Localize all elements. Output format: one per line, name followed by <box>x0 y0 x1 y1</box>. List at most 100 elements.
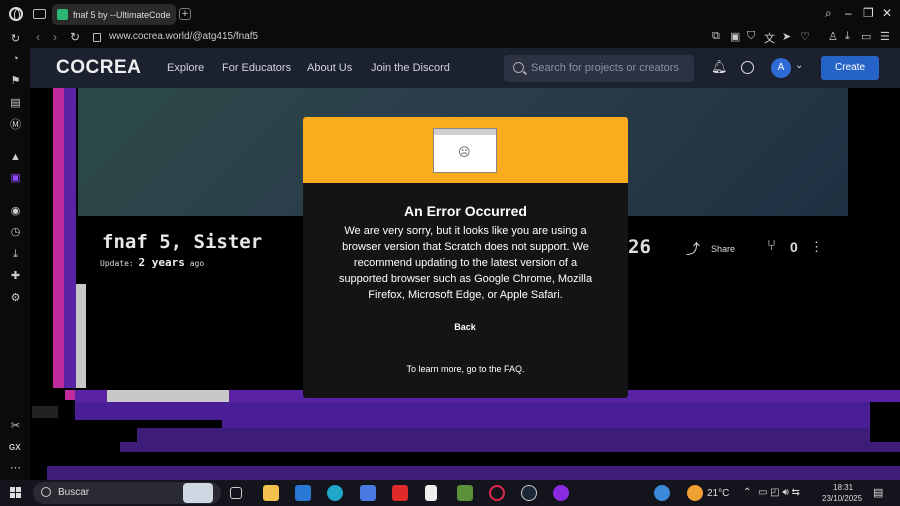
taskbar-search[interactable]: Buscar <box>33 482 221 504</box>
faq-link[interactable]: To learn more, go to the FAQ. <box>303 364 628 374</box>
m-icon[interactable]: Ⓜ <box>9 119 22 132</box>
back-icon[interactable]: ‹ <box>36 30 40 44</box>
steam-icon[interactable] <box>521 485 537 501</box>
tab-title: fnaf 5 by --UltimateCode <box>73 9 171 20</box>
player-icon[interactable]: ◉ <box>9 205 22 218</box>
restore-icon[interactable]: ❐ <box>863 6 874 20</box>
web-page: fnaf 5, Sister Update: 2 years ago 26 ⤴ … <box>30 48 900 480</box>
more-options-icon[interactable]: ⋮ <box>810 239 823 255</box>
gx-label[interactable]: GX <box>9 443 21 452</box>
tabs-icon[interactable]: ⧉ <box>712 30 720 43</box>
search-tabs-icon[interactable]: ⌕ <box>825 6 832 21</box>
create-button[interactable]: Create <box>821 56 879 80</box>
url-field[interactable]: www.cocrea.world/@atg415/fnaf5 <box>109 31 258 42</box>
snapshot-icon[interactable]: ▣ <box>730 30 740 43</box>
avatar[interactable]: A <box>771 58 791 78</box>
nav-link-discord[interactable]: Join the Discord <box>371 62 450 74</box>
mail-icon[interactable] <box>295 485 311 501</box>
minecraft-icon[interactable] <box>457 485 473 501</box>
close-icon[interactable]: ✕ <box>882 6 892 20</box>
art-block <box>222 420 870 428</box>
windows-start-icon[interactable] <box>10 487 21 498</box>
art-block <box>65 390 75 400</box>
art-block <box>76 284 86 388</box>
arc-icon[interactable]: ▲ <box>9 151 22 164</box>
weather-temp[interactable]: 21°C <box>707 488 729 499</box>
minimize-icon[interactable]: – <box>845 6 852 20</box>
tray-icons[interactable]: ▭ ◰ 🔊︎ ⇆ <box>758 487 800 498</box>
art-block <box>75 402 870 420</box>
update-info: Update: 2 years ago <box>100 256 204 269</box>
menu-icon[interactable]: ☰ <box>880 30 890 43</box>
art-block <box>47 466 900 480</box>
lock-icon[interactable] <box>93 33 101 42</box>
weather-icon[interactable] <box>687 485 703 501</box>
speed-icon[interactable]: ◔ <box>9 53 22 66</box>
history-icon[interactable]: ◷ <box>9 226 22 239</box>
notification-icon[interactable]: ▤ <box>873 486 883 499</box>
edge-icon[interactable] <box>327 485 343 501</box>
art-block <box>137 428 870 442</box>
fork-icon[interactable]: ⑂ <box>767 237 776 254</box>
more-sidebar-icon[interactable]: ⋯ <box>9 462 22 475</box>
search-input[interactable]: Search for projects or creators <box>504 55 694 82</box>
help-icon[interactable] <box>654 485 670 501</box>
notification-bell-icon[interactable]: 🔔︎ <box>711 59 728 74</box>
share-button[interactable]: Share <box>711 244 735 254</box>
tab-island-icon[interactable] <box>33 9 46 19</box>
shield-icon[interactable]: ⛉ <box>747 30 755 43</box>
art-block <box>138 453 246 465</box>
heart-icon[interactable]: ♡ <box>800 30 810 43</box>
chevron-down-icon[interactable]: ⌄ <box>795 60 803 71</box>
site-logo[interactable]: COCREA <box>56 57 141 79</box>
art-block <box>32 406 58 418</box>
modal-message: We are very sorry, but it looks like you… <box>338 225 593 301</box>
gx-corner-icon[interactable]: ⚑ <box>9 75 22 88</box>
store-icon[interactable] <box>360 485 376 501</box>
nav-link-about[interactable]: About Us <box>307 62 352 74</box>
globe-icon[interactable] <box>741 61 754 74</box>
task-view-icon[interactable] <box>230 487 242 499</box>
new-tab-button[interactable]: + <box>179 8 191 20</box>
clock-time[interactable]: 18:31 <box>833 483 853 492</box>
refresh-sidebar-icon[interactable]: ↻ <box>9 33 22 46</box>
opera-gx-taskbar-icon[interactable] <box>489 485 505 501</box>
file-explorer-icon[interactable] <box>263 485 279 501</box>
forward-icon[interactable]: › <box>53 30 57 44</box>
nav-link-educators[interactable]: For Educators <box>222 62 291 74</box>
site-header: COCREA Explore For Educators About Us Jo… <box>30 48 900 88</box>
browser-tab[interactable]: fnaf 5 by --UltimateCode <box>52 4 176 25</box>
battery-icon[interactable]: ▭ <box>861 30 871 43</box>
extensions-icon[interactable]: ✚ <box>9 270 22 283</box>
art-block <box>53 88 64 388</box>
project-count: 26 <box>628 236 651 258</box>
sad-face-icon: ☹ <box>458 145 471 159</box>
search-highlight-image <box>183 483 213 503</box>
account-icon[interactable]: ♙ <box>828 30 838 43</box>
update-label: Update: <box>100 259 134 268</box>
app-icon[interactable] <box>553 485 569 501</box>
back-button[interactable]: Back <box>435 322 495 338</box>
translate-icon[interactable]: 文 <box>764 30 775 46</box>
modal-header: ☹ <box>303 117 628 183</box>
document-icon[interactable] <box>425 485 437 501</box>
tools-icon[interactable]: ✂ <box>9 420 22 433</box>
downloads-icon[interactable]: ⤓ <box>9 248 22 261</box>
youtube-icon[interactable] <box>392 485 408 501</box>
share-icon[interactable]: ⤴ <box>686 239 700 259</box>
search-placeholder: Search for projects or creators <box>531 62 679 74</box>
twitch-icon[interactable]: ▣ <box>9 172 22 185</box>
settings-icon[interactable]: ⚙ <box>9 292 22 305</box>
clock-date[interactable]: 23/10/2025 <box>822 494 862 503</box>
download-icon[interactable]: ⤓ <box>845 30 850 43</box>
opera-sidebar: ↻ ◔ ⚑ ▤ Ⓜ ▲ ▣ ◉ ◷ ⤓ ✚ ⚙ ✂ GX ⋯ <box>0 33 30 480</box>
nav-link-explore[interactable]: Explore <box>167 62 204 74</box>
update-value: 2 years <box>138 256 185 269</box>
gx-control-icon[interactable]: ▤ <box>9 97 22 110</box>
search-icon <box>513 62 524 73</box>
send-icon[interactable]: ➤ <box>782 30 791 43</box>
opera-gx-logo-icon[interactable] <box>9 7 23 21</box>
reload-icon[interactable]: ↻ <box>70 30 80 44</box>
chevron-up-icon[interactable]: ⌃ <box>743 487 751 498</box>
update-suffix: ago <box>189 259 205 268</box>
